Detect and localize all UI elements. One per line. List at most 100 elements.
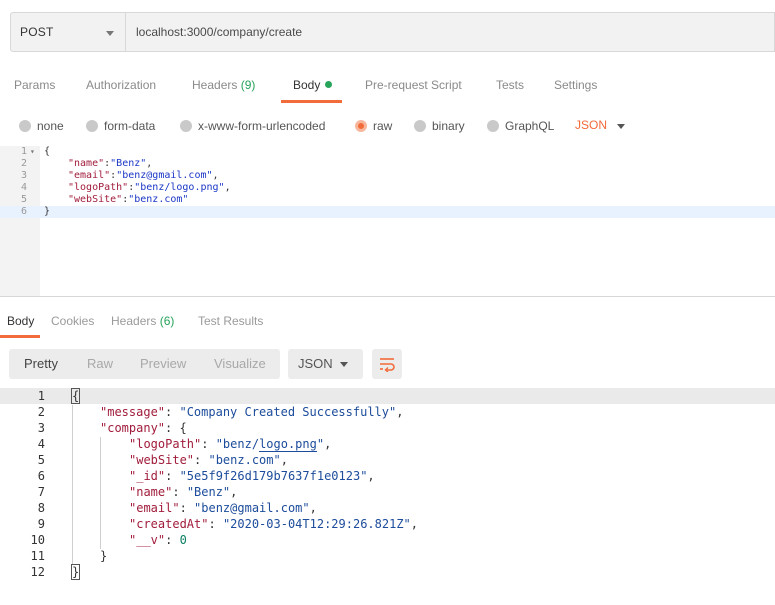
tab-response-headers[interactable]: Headers (6) [111, 309, 174, 333]
request-body-editor[interactable]: 1 ▾ { 2 "name":"Benz", 3 "email":"benz@g… [0, 146, 775, 296]
json-value: "Benz" [110, 158, 147, 169]
line-number: 4 [37, 437, 45, 451]
response-line: 6 "_id": "5e5f9f26d179b7637f1e0123", [0, 468, 775, 484]
line-number: 12 [30, 565, 45, 579]
tab-response-headers-label: Headers [111, 314, 157, 328]
json-value: "benz/logo.png" [134, 182, 225, 193]
radio-none-label: none [37, 119, 64, 133]
line-number: 6 [20, 206, 27, 217]
response-format-label: JSON [298, 356, 333, 371]
json-value: "benz.com" [208, 453, 281, 467]
request-tabs: Params Authorization Headers (9) Body Pr… [0, 70, 775, 103]
radio-form-data[interactable]: form-data [86, 118, 155, 134]
code-text: { [44, 146, 51, 157]
url-input[interactable]: localhost:3000/company/create [126, 13, 774, 51]
radio-form-data-circle [86, 120, 98, 132]
radio-graphql[interactable]: GraphQL [487, 118, 554, 134]
chevron-down-icon [340, 362, 348, 367]
response-line: 2 "message": "Company Created Successful… [0, 404, 775, 420]
json-key: "message" [100, 405, 166, 419]
line-number: 6 [37, 469, 45, 483]
wrap-lines-button[interactable] [372, 349, 402, 379]
radio-form-data-label: form-data [104, 119, 156, 133]
method-select[interactable]: POST [11, 13, 126, 51]
radio-raw[interactable]: raw [355, 118, 392, 134]
tab-settings[interactable]: Settings [554, 70, 597, 101]
json-value-link[interactable]: logo.png [259, 437, 317, 452]
body-format-select[interactable]: JSON [575, 118, 625, 134]
tab-response-body[interactable]: Body [0, 309, 41, 338]
radio-urlencoded[interactable]: x-www-form-urlencoded [180, 118, 325, 134]
line-number: 8 [37, 501, 45, 515]
response-body-viewer[interactable]: 1 { 2 "message": "Company Created Succes… [0, 388, 775, 588]
tab-pre-request-label: Pre-request Script [365, 78, 462, 92]
response-line: 7 "name": "Benz", [0, 484, 775, 500]
tab-cookies-label: Cookies [51, 314, 95, 328]
line-number: 9 [37, 517, 45, 531]
response-tabs: Body Cookies Headers (6) Test Results [0, 309, 775, 339]
chevron-down-icon [106, 31, 114, 36]
body-format-label: JSON [575, 118, 608, 132]
json-value: "2020-03-04T12:29:26.821Z" [222, 517, 411, 531]
line-number: 2 [20, 158, 27, 169]
radio-binary-circle [414, 120, 426, 132]
json-key: "__v" [129, 533, 166, 547]
line-number: 11 [30, 549, 45, 563]
radio-graphql-circle [487, 120, 499, 132]
tab-body-label: Body [293, 78, 321, 92]
code-text: } [44, 206, 51, 217]
radio-binary[interactable]: binary [414, 118, 465, 134]
line-number: 3 [37, 421, 45, 435]
json-key: "logoPath" [68, 182, 129, 193]
line-number: 7 [37, 485, 45, 499]
response-view-toggle: Pretty Raw Preview Visualize [9, 349, 280, 379]
json-key: "webSite" [129, 453, 195, 467]
response-line: 9 "createdAt": "2020-03-04T12:29:26.821Z… [0, 516, 775, 532]
json-key: "company" [100, 421, 166, 435]
tab-body[interactable]: Body [280, 70, 343, 103]
tab-headers-label: Headers [192, 78, 238, 92]
json-punct: , [146, 158, 153, 169]
response-line: 8 "email": "benz@gmail.com", [0, 500, 775, 516]
view-preview-button[interactable]: Preview [140, 349, 186, 379]
line-number: 10 [30, 533, 45, 547]
json-key: "name" [129, 485, 173, 499]
method-label: POST [20, 25, 54, 39]
line-number: 5 [37, 453, 45, 467]
radio-graphql-label: GraphQL [505, 119, 555, 133]
response-line: 5 "webSite": "benz.com", [0, 452, 775, 468]
pane-divider[interactable] [0, 296, 775, 297]
json-value: " [316, 437, 325, 451]
view-raw-button[interactable]: Raw [87, 349, 113, 379]
tab-tests[interactable]: Tests [496, 70, 524, 101]
headers-count-badge: (9) [240, 78, 256, 92]
tab-test-results[interactable]: Test Results [198, 309, 263, 333]
tab-tests-label: Tests [496, 78, 525, 92]
line-number: 4 [20, 182, 27, 193]
response-format-select[interactable]: JSON [288, 349, 363, 379]
tab-response-body-label: Body [7, 314, 35, 328]
tab-pre-request-script[interactable]: Pre-request Script [365, 70, 462, 101]
tab-params-label: Params [14, 78, 56, 92]
tab-headers[interactable]: Headers (9) [192, 70, 255, 101]
tab-authorization[interactable]: Authorization [86, 70, 156, 101]
tab-cookies[interactable]: Cookies [51, 309, 94, 333]
editor-line: 1 ▾ { [0, 146, 775, 158]
view-visualize-button[interactable]: Visualize [214, 349, 266, 379]
json-value: 0 [179, 533, 187, 547]
line-number: 3 [20, 170, 27, 181]
json-key: "logoPath" [129, 437, 202, 451]
body-type-radios: none form-data x-www-form-urlencoded raw… [0, 112, 775, 140]
radio-raw-circle [355, 120, 367, 132]
tab-params[interactable]: Params [14, 70, 55, 101]
json-value: "Company Created Successfully" [179, 405, 397, 419]
fold-arrow-icon[interactable]: ▾ [30, 146, 35, 158]
radio-none[interactable]: none [19, 118, 64, 134]
radio-raw-label: raw [373, 119, 393, 133]
json-value: "Benz" [186, 485, 231, 499]
tab-settings-label: Settings [554, 78, 598, 92]
json-key: "_id" [129, 469, 166, 483]
response-headers-count-badge: (6) [159, 314, 175, 328]
json-value: "benz@gmail.com" [116, 170, 213, 181]
view-pretty-button[interactable]: Pretty [24, 349, 58, 379]
